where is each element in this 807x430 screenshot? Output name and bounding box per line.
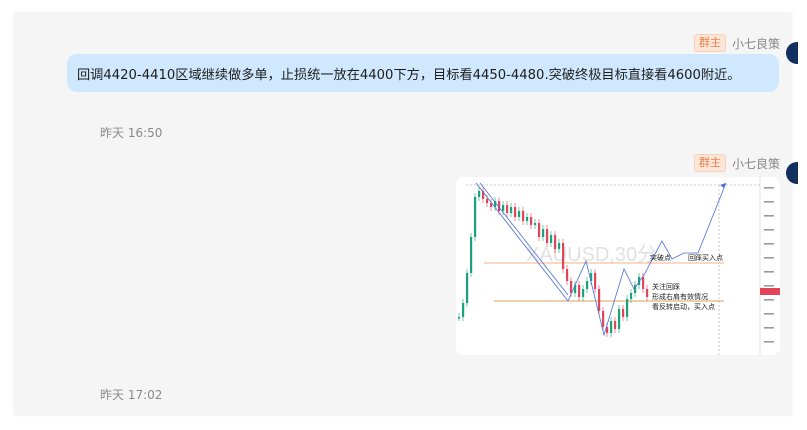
axis-tick bbox=[764, 243, 774, 245]
avatar[interactable] bbox=[786, 42, 798, 64]
candle bbox=[602, 311, 605, 327]
candle bbox=[646, 289, 649, 297]
candle bbox=[622, 309, 625, 317]
candle bbox=[558, 243, 561, 249]
candle bbox=[642, 277, 645, 289]
candle bbox=[542, 229, 545, 237]
axis-tick bbox=[764, 201, 774, 203]
candle bbox=[570, 281, 573, 293]
role-badge: 群主 bbox=[693, 154, 726, 172]
axis-tick bbox=[764, 341, 774, 343]
candle bbox=[582, 289, 585, 297]
candle bbox=[538, 223, 541, 237]
candle bbox=[610, 321, 613, 333]
annotation-note-2: 形成右肩有效情况 bbox=[652, 292, 708, 301]
candle bbox=[594, 273, 597, 289]
candle bbox=[578, 285, 581, 297]
candle bbox=[502, 205, 505, 211]
candle bbox=[462, 303, 465, 317]
message-text: 回调4420-4410区域继续做多单，止损统一放在4400下方，目标看4450-… bbox=[77, 67, 741, 83]
chart-watermark: XAUUSD,30分 bbox=[526, 243, 657, 266]
candle bbox=[458, 317, 461, 319]
role-badge: 群主 bbox=[693, 34, 726, 52]
candle bbox=[526, 217, 529, 221]
message-timestamp: 昨天 17:02 bbox=[100, 388, 163, 402]
message-bubble[interactable]: 回调4420-4410区域继续做多单，止损统一放在4400下方，目标看4450-… bbox=[67, 54, 779, 92]
axis-tick bbox=[764, 187, 774, 189]
candle bbox=[530, 217, 533, 225]
chart-image: XAUUSD,30分 突破点 回踩买入点 关注回踩 形成右肩有效情况 看反转启动… bbox=[456, 177, 780, 355]
annotation-note-3: 看反转启动，买入点 bbox=[652, 302, 715, 311]
chart-image-message[interactable]: XAUUSD,30分 突破点 回踩买入点 关注回踩 形成右肩有效情况 看反转启动… bbox=[456, 177, 780, 355]
candle bbox=[466, 273, 469, 303]
candle bbox=[630, 293, 633, 299]
sender-line: 群主 小七良策 bbox=[693, 34, 780, 52]
candle bbox=[474, 197, 477, 237]
candle bbox=[550, 235, 553, 243]
chat-panel: 群主 小七良策 回调4420-4410区域继续做多单，止损统一放在4400下方，… bbox=[14, 12, 798, 414]
sender-line: 群主 小七良策 bbox=[693, 154, 780, 172]
annotation-pullback-buy: 回踩买入点 bbox=[688, 254, 723, 262]
candle bbox=[626, 299, 629, 317]
axis-tick bbox=[764, 215, 774, 217]
candle bbox=[518, 211, 521, 217]
axis-tick bbox=[764, 285, 774, 287]
candle bbox=[534, 223, 537, 225]
axis-tick bbox=[764, 313, 774, 315]
candle bbox=[470, 237, 473, 273]
candle bbox=[598, 289, 601, 311]
candle bbox=[554, 235, 557, 249]
candle bbox=[618, 309, 621, 329]
candle bbox=[510, 207, 513, 213]
sender-name[interactable]: 小七良策 bbox=[732, 35, 780, 52]
current-price-tag bbox=[760, 288, 780, 295]
axis-tick bbox=[764, 257, 774, 259]
candle bbox=[506, 205, 509, 213]
sender-name[interactable]: 小七良策 bbox=[732, 155, 780, 172]
axis-tick bbox=[764, 229, 774, 231]
candle bbox=[514, 207, 517, 217]
annotation-breakout: 突破点 bbox=[650, 253, 671, 262]
annotation-note-1: 关注回踩 bbox=[652, 282, 680, 291]
axis-tick bbox=[764, 327, 774, 329]
candle bbox=[478, 191, 481, 197]
candle bbox=[522, 211, 525, 221]
candle bbox=[486, 199, 489, 203]
message-timestamp: 昨天 16:50 bbox=[100, 126, 163, 140]
avatar[interactable] bbox=[786, 162, 798, 184]
axis-tick bbox=[764, 271, 774, 273]
candle bbox=[546, 229, 549, 243]
candle bbox=[562, 243, 565, 269]
candle bbox=[566, 269, 569, 281]
axis-tick bbox=[764, 299, 774, 301]
candle bbox=[586, 281, 589, 289]
candle bbox=[614, 321, 617, 329]
